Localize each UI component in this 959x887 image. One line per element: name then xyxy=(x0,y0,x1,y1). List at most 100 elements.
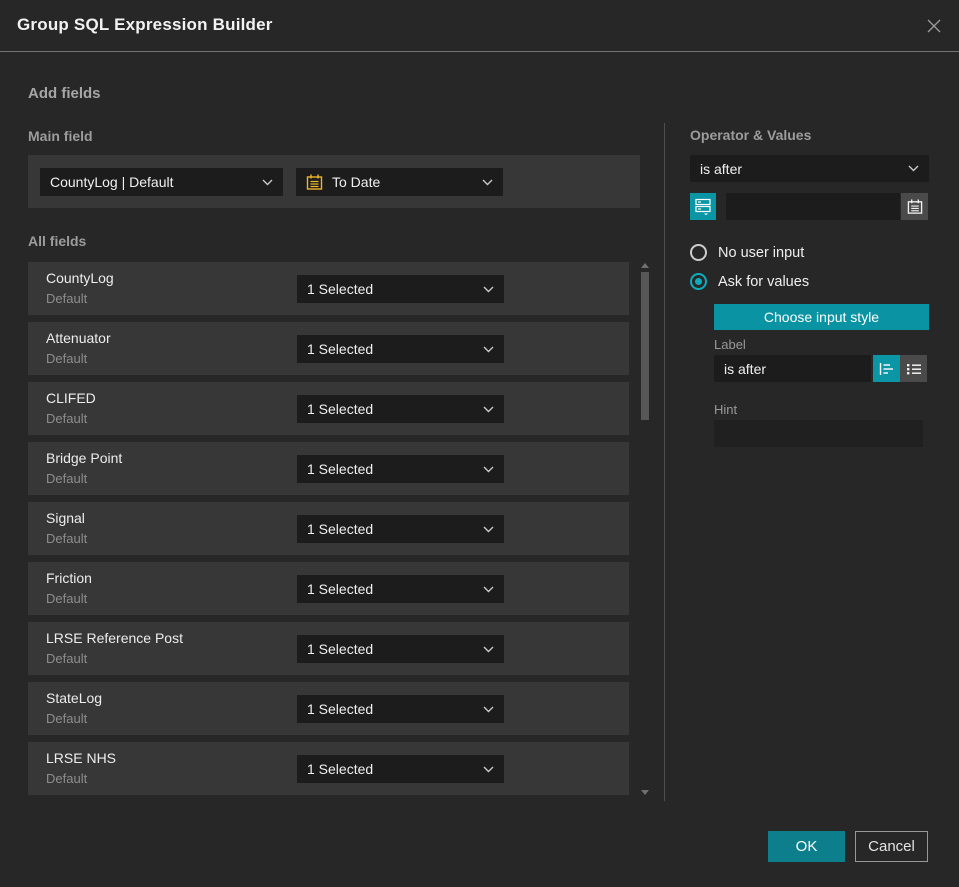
choose-input-style-button[interactable]: Choose input style xyxy=(714,304,929,330)
field-selected-value: 1 Selected xyxy=(307,401,374,417)
field-selected-dropdown[interactable]: 1 Selected xyxy=(297,395,504,423)
chevron-down-icon xyxy=(902,165,919,172)
radio-label: No user input xyxy=(718,244,805,261)
list-icon xyxy=(906,362,922,376)
field-selected-value: 1 Selected xyxy=(307,581,374,597)
main-field-label: Main field xyxy=(28,128,93,144)
field-sublabel: Default xyxy=(46,351,88,366)
field-row: Signal Default 1 Selected xyxy=(28,502,629,555)
field-selected-value: 1 Selected xyxy=(307,461,374,477)
chevron-down-icon xyxy=(477,706,494,713)
hint-caption: Hint xyxy=(714,402,738,417)
close-icon xyxy=(924,16,944,36)
calendar-icon xyxy=(306,174,323,191)
radio-circle-selected-icon xyxy=(690,273,707,290)
field-row: LRSE Reference Post Default 1 Selected xyxy=(28,622,629,675)
dialog-titlebar: Group SQL Expression Builder xyxy=(0,0,959,52)
align-left-icon xyxy=(879,362,895,376)
field-row: StateLog Default 1 Selected xyxy=(28,682,629,735)
chevron-down-icon xyxy=(477,646,494,653)
scrollbar-thumb[interactable] xyxy=(641,272,649,420)
chevron-down-icon xyxy=(476,179,493,186)
field-selected-dropdown[interactable]: 1 Selected xyxy=(297,635,504,663)
field-name: Attenuator xyxy=(46,330,111,346)
scroll-up-icon[interactable] xyxy=(641,263,649,268)
field-row: Attenuator Default 1 Selected xyxy=(28,322,629,375)
value-input[interactable] xyxy=(726,193,900,220)
field-selected-dropdown[interactable]: 1 Selected xyxy=(297,455,504,483)
field-selected-dropdown[interactable]: 1 Selected xyxy=(297,335,504,363)
ok-button[interactable]: OK xyxy=(768,831,845,862)
field-selected-dropdown[interactable]: 1 Selected xyxy=(297,695,504,723)
field-row: CLIFED Default 1 Selected xyxy=(28,382,629,435)
field-selected-dropdown[interactable]: 1 Selected xyxy=(297,575,504,603)
field-name: Friction xyxy=(46,570,92,586)
field-row: Friction Default 1 Selected xyxy=(28,562,629,615)
field-selected-value: 1 Selected xyxy=(307,641,374,657)
dialog-title: Group SQL Expression Builder xyxy=(17,15,273,34)
field-sublabel: Default xyxy=(46,651,88,666)
field-selected-value: 1 Selected xyxy=(307,701,374,717)
field-selected-dropdown[interactable]: 1 Selected xyxy=(297,515,504,543)
field-name: Bridge Point xyxy=(46,450,123,466)
close-button[interactable] xyxy=(922,14,946,38)
field-row: Bridge Point Default 1 Selected xyxy=(28,442,629,495)
main-date-field-select[interactable]: To Date xyxy=(296,168,503,196)
radio-label: Ask for values xyxy=(718,273,810,290)
field-name: LRSE NHS xyxy=(46,750,117,766)
field-name: StateLog xyxy=(46,690,103,706)
input-type-button[interactable] xyxy=(690,193,716,220)
chevron-down-icon xyxy=(477,346,494,353)
radio-circle-icon xyxy=(690,244,707,261)
field-name: LRSE Reference Post xyxy=(46,630,183,646)
operator-select-value: is after xyxy=(700,160,743,177)
input-style-icon xyxy=(695,198,711,215)
all-fields-label: All fields xyxy=(28,233,87,249)
field-row: CountyLog Default 1 Selected xyxy=(28,262,629,315)
radio-no-user-input[interactable]: No user input xyxy=(690,244,804,261)
calendar-icon xyxy=(907,198,923,215)
field-sublabel: Default xyxy=(46,591,88,606)
field-row: LRSE NHS Default 1 Selected xyxy=(28,742,629,795)
list-scrollbar[interactable] xyxy=(640,261,651,797)
date-picker-button[interactable] xyxy=(901,193,928,220)
chevron-down-icon xyxy=(477,466,494,473)
field-name: Signal xyxy=(46,510,85,526)
label-value-list-button[interactable] xyxy=(900,355,927,382)
main-date-select-value: To Date xyxy=(332,174,381,190)
label-caption: Label xyxy=(714,337,746,352)
field-sublabel: Default xyxy=(46,711,88,726)
label-single-value-button[interactable] xyxy=(873,355,900,382)
all-fields-list: CountyLog Default 1 Selected Attenuator … xyxy=(28,262,629,802)
field-sublabel: Default xyxy=(46,411,88,426)
scroll-down-icon[interactable] xyxy=(641,790,649,795)
panel-divider xyxy=(664,123,665,801)
cancel-button[interactable]: Cancel xyxy=(855,831,928,862)
chevron-down-icon xyxy=(256,179,273,186)
field-selected-value: 1 Selected xyxy=(307,761,374,777)
main-field-select-value: CountyLog | Default xyxy=(50,174,174,190)
field-sublabel: Default xyxy=(46,771,88,786)
field-selected-dropdown[interactable]: 1 Selected xyxy=(297,275,504,303)
add-fields-heading: Add fields xyxy=(28,85,101,102)
field-sublabel: Default xyxy=(46,471,88,486)
field-sublabel: Default xyxy=(46,531,88,546)
chevron-down-icon xyxy=(477,766,494,773)
chevron-down-icon xyxy=(477,526,494,533)
field-selected-value: 1 Selected xyxy=(307,281,374,297)
label-input[interactable] xyxy=(714,355,871,382)
main-field-select[interactable]: CountyLog | Default xyxy=(40,168,283,196)
operator-select[interactable]: is after xyxy=(690,155,929,182)
field-selected-value: 1 Selected xyxy=(307,341,374,357)
field-selected-value: 1 Selected xyxy=(307,521,374,537)
chevron-down-icon xyxy=(477,286,494,293)
field-name: CountyLog xyxy=(46,270,114,286)
chevron-down-icon xyxy=(477,406,494,413)
operator-values-heading: Operator & Values xyxy=(690,127,812,143)
chevron-down-icon xyxy=(477,586,494,593)
field-name: CLIFED xyxy=(46,390,96,406)
field-selected-dropdown[interactable]: 1 Selected xyxy=(297,755,504,783)
radio-ask-for-values[interactable]: Ask for values xyxy=(690,273,809,290)
main-field-panel: CountyLog | Default To Date xyxy=(28,155,640,208)
hint-input[interactable] xyxy=(714,420,923,447)
